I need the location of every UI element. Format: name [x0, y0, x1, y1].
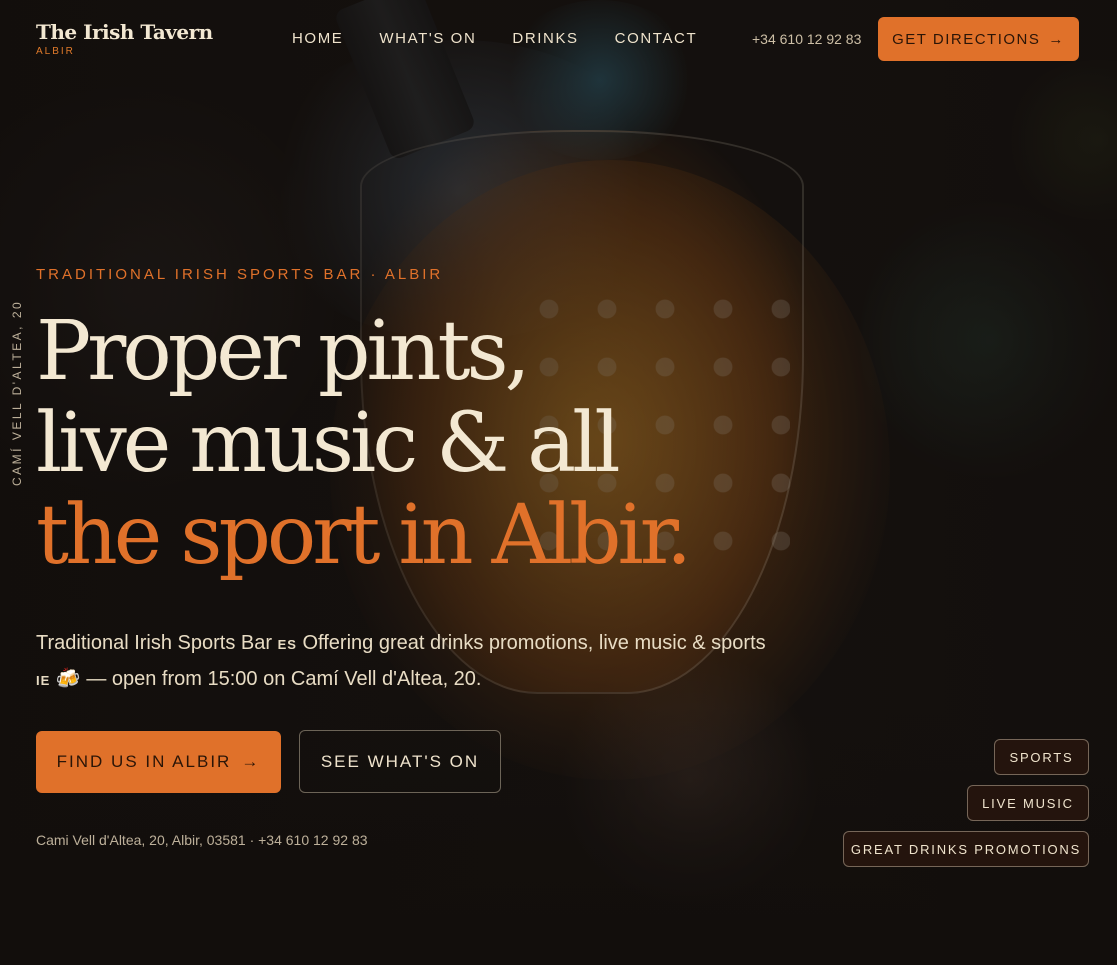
ireland-flag-icon: IE	[36, 673, 51, 688]
brand-name: The Irish Tavern	[36, 20, 213, 44]
headline-line-3: the sport in Albir.	[36, 488, 692, 583]
hero-description: Traditional Irish Sports Bar ES Offering…	[36, 626, 776, 698]
header-phone-link[interactable]: +34 610 12 92 83	[752, 31, 861, 47]
lead-text-3: — open from 15:00 on Camí Vell d'Altea, …	[86, 668, 482, 690]
nav-home[interactable]: HOME	[292, 30, 343, 47]
lead-text-1: Traditional Irish Sports Bar	[36, 632, 273, 654]
spain-flag-icon: ES	[277, 637, 297, 652]
get-directions-button[interactable]: GET DIRECTIONS →	[878, 17, 1079, 61]
arrow-right-icon: →	[241, 752, 261, 771]
arrow-right-icon: →	[1048, 30, 1065, 48]
lead-text-2: Offering great drinks promotions, live m…	[302, 632, 766, 654]
nav-contact[interactable]: CONTACT	[615, 30, 698, 47]
see-whats-on-button[interactable]: SEE WHAT'S ON	[299, 730, 501, 793]
find-us-button[interactable]: FIND US IN ALBIR →	[36, 731, 281, 793]
site-header: The Irish Tavern ALBIR HOME WHAT'S ON DR…	[0, 0, 1117, 80]
tag-great-drinks-promotions: GREAT DRINKS PROMOTIONS	[843, 831, 1089, 867]
hero-address-line: Cami Vell d'Altea, 20, Albir, 03581 · +3…	[36, 832, 368, 848]
get-directions-label: GET DIRECTIONS	[892, 30, 1041, 48]
tag-live-music: LIVE MUSIC	[967, 785, 1089, 821]
brand-location: ALBIR	[36, 46, 75, 57]
find-us-label: FIND US IN ALBIR	[56, 752, 232, 771]
see-whats-on-label: SEE WHAT'S ON	[320, 751, 480, 771]
headline-line-1: Proper pints,	[36, 304, 531, 399]
hero-eyebrow: TRADITIONAL IRISH SPORTS BAR · ALBIR	[36, 266, 444, 283]
brand-logo[interactable]: The Irish Tavern ALBIR	[36, 20, 213, 57]
tag-sports: SPORTS	[994, 739, 1089, 775]
headline-line-2: live music & all	[36, 396, 621, 491]
nav-drinks[interactable]: DRINKS	[512, 30, 578, 47]
hero-headline: Proper pints, live music & all the sport…	[36, 304, 692, 583]
beer-mugs-icon: 🍻	[55, 668, 81, 690]
vertical-address: CAMÍ VELL D'ALTEA, 20	[10, 299, 24, 486]
nav-whats-on[interactable]: WHAT'S ON	[379, 30, 476, 47]
main-nav: HOME WHAT'S ON DRINKS CONTACT	[292, 30, 697, 47]
